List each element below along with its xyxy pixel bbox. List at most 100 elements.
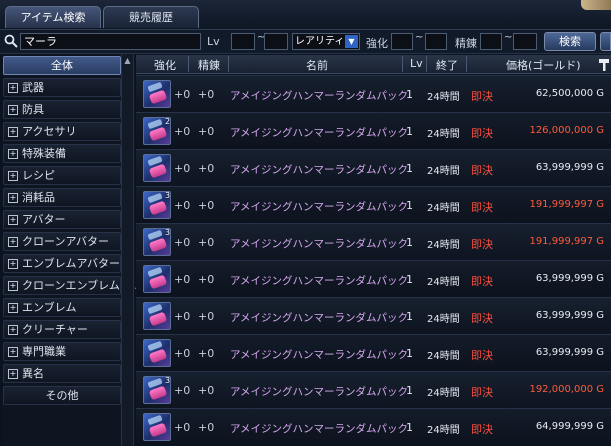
row-level: 1 xyxy=(406,236,413,249)
level-min-input[interactable] xyxy=(231,33,255,50)
enhance-max-input[interactable] xyxy=(425,33,447,50)
random-pack-icon[interactable] xyxy=(143,339,171,367)
sidebar-item-special-equipment[interactable]: + 特殊装備 xyxy=(3,144,121,163)
chevron-down-icon[interactable]: ▼ xyxy=(345,35,358,48)
expand-plus-icon[interactable]: + xyxy=(8,325,18,335)
column-divider xyxy=(402,56,403,72)
sidebar-item-clone-avatar[interactable]: + クローンアバター xyxy=(3,232,121,251)
sidebar-item-avatar[interactable]: + アバター xyxy=(3,210,121,229)
row-enhance: +0 xyxy=(174,199,191,212)
random-pack-icon[interactable]: 3 xyxy=(143,228,171,256)
row-refine: +0 xyxy=(198,199,215,212)
sidebar-item-accessories[interactable]: + アクセサリ xyxy=(3,122,121,141)
expand-plus-icon[interactable]: + xyxy=(8,105,18,115)
expand-plus-icon[interactable]: + xyxy=(8,215,18,225)
expand-plus-icon[interactable]: + xyxy=(8,347,18,357)
table-row[interactable]: 3 +0 +0 アメイジングハンマーランダムパック 1 24時間 即決 191,… xyxy=(136,186,611,223)
table-row[interactable]: 3 +0 +0 アメイジングハンマーランダムパック 1 24時間 即決 191,… xyxy=(136,223,611,260)
expand-plus-icon[interactable]: + xyxy=(8,83,18,93)
sidebar-item-label: エンブレム xyxy=(22,301,77,314)
tab-auction-history[interactable]: 競売履歴 xyxy=(103,6,199,28)
sidebar-item-armor[interactable]: + 防具 xyxy=(3,100,121,119)
scroll-up-icon[interactable]: ▲ xyxy=(122,54,133,67)
sidebar-item-emblem-avatar[interactable]: + エンブレムアバター xyxy=(3,254,121,273)
expand-plus-icon[interactable]: + xyxy=(8,259,18,269)
row-end-time: 24時間 xyxy=(427,92,460,103)
row-price: 191,999,997 G xyxy=(529,236,604,247)
item-count: 2 xyxy=(165,117,171,126)
expand-plus-icon[interactable]: + xyxy=(8,171,18,181)
column-end[interactable]: 終了 xyxy=(436,57,458,73)
table-row[interactable]: +0 +0 アメイジングハンマーランダムパック 1 24時間 即決 63,999… xyxy=(136,334,611,371)
sidebar-item-clone-emblem-avatar[interactable]: + クローンエンブレムア... xyxy=(3,276,141,295)
sidebar-item-title[interactable]: + 異名 xyxy=(3,364,121,383)
random-pack-icon[interactable] xyxy=(143,265,171,293)
row-item-name: アメイジングハンマーランダムパック xyxy=(230,312,408,324)
random-pack-icon[interactable] xyxy=(143,302,171,330)
sidebar-item-creature[interactable]: + クリーチャー xyxy=(3,320,121,339)
row-end-time: 24時間 xyxy=(427,351,460,362)
column-divider xyxy=(426,56,427,72)
table-row[interactable]: +0 +0 アメイジングハンマーランダムパック 1 24時間 即決 63,999… xyxy=(136,297,611,334)
column-price[interactable]: 価格(ゴールド) xyxy=(506,57,581,73)
row-refine: +0 xyxy=(198,88,215,101)
sidebar-item-recipes[interactable]: + レシピ xyxy=(3,166,121,185)
table-row[interactable]: 2 +0 +0 アメイジングハンマーランダムパック 1 24時間 即決 126,… xyxy=(136,112,611,149)
sidebar-item-profession[interactable]: + 専門職業 xyxy=(3,342,121,361)
expand-plus-icon[interactable]: + xyxy=(8,303,18,313)
table-row[interactable]: +0 +0 アメイジングハンマーランダムパック 1 24時間 即決 64,999… xyxy=(136,408,611,445)
table-row[interactable]: +0 +0 アメイジングハンマーランダムパック 1 24時間 即決 63,999… xyxy=(136,260,611,297)
random-pack-icon[interactable]: 3 xyxy=(143,376,171,404)
sidebar-item-all[interactable]: 全体 xyxy=(3,56,121,75)
sidebar-item-emblem[interactable]: + エンブレム xyxy=(3,298,121,317)
range-tilde: ~ xyxy=(504,32,513,43)
row-price: 63,999,999 G xyxy=(535,162,604,173)
category-sidebar: 全体 + 武器 + 防具 + アクセサリ + 特殊装備 + レシピ + 消耗品 … xyxy=(3,56,141,446)
column-refine[interactable]: 精錬 xyxy=(198,57,220,73)
expand-plus-icon[interactable]: + xyxy=(8,369,18,379)
expand-plus-icon[interactable]: + xyxy=(8,237,18,247)
expand-plus-icon[interactable]: + xyxy=(8,193,18,203)
sidebar-item-label: 全体 xyxy=(51,59,73,72)
extra-button[interactable] xyxy=(600,32,611,51)
random-pack-icon[interactable] xyxy=(143,413,171,441)
row-end-time: 24時間 xyxy=(427,203,460,214)
refine-max-input[interactable] xyxy=(513,33,537,50)
row-end-time: 24時間 xyxy=(427,388,460,399)
row-item-name: アメイジングハンマーランダムパック xyxy=(230,164,408,176)
enhance-min-input[interactable] xyxy=(391,33,413,50)
table-row[interactable]: 3 +0 +0 アメイジングハンマーランダムパック 1 24時間 即決 192,… xyxy=(136,371,611,408)
row-refine: +0 xyxy=(198,273,215,286)
search-button[interactable]: 検索 xyxy=(544,32,596,51)
expand-plus-icon[interactable]: + xyxy=(8,127,18,137)
rarity-select[interactable]: レアリティー ▼ xyxy=(292,33,360,50)
sidebar-item-label: アバター xyxy=(22,213,66,226)
row-end-time: 24時間 xyxy=(427,277,460,288)
level-max-input[interactable] xyxy=(264,33,288,50)
sidebar-item-consumables[interactable]: + 消耗品 xyxy=(3,188,121,207)
sidebar-scrollbar[interactable]: ▲ xyxy=(121,54,134,446)
refine-label: 精錬 xyxy=(455,37,477,50)
refine-min-input[interactable] xyxy=(480,33,502,50)
column-enhance[interactable]: 強化 xyxy=(154,57,176,73)
search-input[interactable]: マーラ xyxy=(20,33,201,50)
sidebar-item-other[interactable]: その他 xyxy=(3,386,121,405)
enhance-label: 強化 xyxy=(366,37,388,50)
expand-plus-icon[interactable]: + xyxy=(8,281,18,291)
random-pack-icon[interactable]: 2 xyxy=(143,117,171,145)
row-refine: +0 xyxy=(198,384,215,397)
item-count: 3 xyxy=(165,228,171,237)
row-buyout-label: 即決 xyxy=(471,90,493,103)
item-count: 3 xyxy=(165,191,171,200)
table-row[interactable]: +0 +0 アメイジングハンマーランダムパック 1 24時間 即決 62,500… xyxy=(136,75,611,112)
table-row[interactable]: +0 +0 アメイジングハンマーランダムパック 1 24時間 即決 63,999… xyxy=(136,149,611,186)
sidebar-item-weapons[interactable]: + 武器 xyxy=(3,78,121,97)
random-pack-icon[interactable] xyxy=(143,80,171,108)
random-pack-icon[interactable]: 3 xyxy=(143,191,171,219)
tab-item-search[interactable]: アイテム検索 xyxy=(5,6,101,28)
column-level[interactable]: Lv xyxy=(410,57,423,70)
sidebar-item-label: 防具 xyxy=(22,103,44,116)
random-pack-icon[interactable] xyxy=(143,154,171,182)
expand-plus-icon[interactable]: + xyxy=(8,149,18,159)
column-name[interactable]: 名前 xyxy=(306,57,328,73)
